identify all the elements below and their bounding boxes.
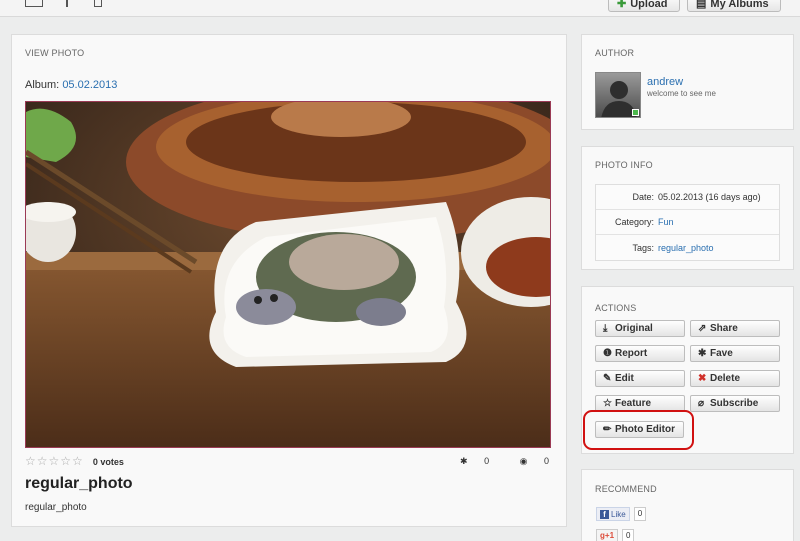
info-label: Date: [632,192,654,202]
google-plus-button[interactable]: g+1 [596,529,619,541]
actions-heading: ACTIONS [595,303,637,313]
info-row-tags: Tags: regular_photo [596,235,779,260]
top-toolbar: ✚ Upload ▤ My Albums [0,0,800,17]
google-plus-count: 0 [622,529,635,541]
edit-button[interactable]: ✎ Edit [595,370,685,387]
view-photo-heading: VIEW PHOTO [25,48,85,58]
author-tagline: welcome to see me [647,89,716,98]
star-icon: ☆ [603,398,612,409]
pin-icon[interactable] [66,0,70,7]
photo-illustration [26,102,550,447]
recommend-heading: RECOMMEND [595,484,657,494]
category-link[interactable]: Fun [658,217,674,227]
original-button[interactable]: ⤓ Original [595,320,685,337]
tag-link[interactable]: regular_photo [658,243,714,253]
info-row-category: Category: Fun [596,210,779,235]
favorites-stat: ✱ 0 [460,456,490,466]
info-row-date: Date: 05.02.2013 (16 days ago) [596,185,779,210]
google-plus-widget: g+1 0 [596,529,635,541]
upload-button[interactable]: ✚ Upload [608,0,680,12]
stats-row: ✱ 0 ◉ 0 [432,456,549,467]
facebook-icon: f [600,509,609,519]
plus-icon: ✚ [617,0,627,10]
album-line: Album: 05.02.2013 [25,79,117,91]
author-name-link[interactable]: andrew [647,76,683,88]
author-panel: AUTHOR andrew welcome to see me [581,34,794,130]
asterisk-icon: ✱ [460,456,468,466]
facebook-like-count: 0 [633,507,647,521]
rating-row: ☆☆☆☆☆ 0 votes [25,454,124,468]
recommend-panel: RECOMMEND f Like 0 g+1 0 [581,469,794,541]
info-label: Tags: [632,242,654,253]
photos-icon[interactable] [25,0,43,7]
edit-icon: ✎ [603,373,612,384]
view-photo-panel: VIEW PHOTO Album: 05.02.2013 ☆☆☆☆☆ 0 vot… [11,34,567,527]
facebook-like-widget: f Like 0 [596,507,647,521]
download-icon: ⤓ [603,323,608,334]
facebook-like-button[interactable]: f Like [596,507,630,521]
info-label: Category: [614,217,654,227]
report-button[interactable]: ❶ Report [595,345,685,362]
subscribe-button[interactable]: ⌀ Subscribe [690,395,780,412]
photo-description: regular_photo [25,502,87,513]
share-icon: ⇗ [698,323,707,334]
delete-x-icon: ✖ [698,373,707,384]
fave-button[interactable]: ✱ Fave [690,345,780,362]
album-label: Album: [25,79,60,91]
share-button[interactable]: ⇗ Share [690,320,780,337]
delete-button[interactable]: ✖ Delete [690,370,780,387]
photo-title: regular_photo [25,475,133,492]
views-stat: ◉ 0 [519,456,549,466]
my-albums-button[interactable]: ▤ My Albums [687,0,781,12]
paperclip-icon: ⌀ [698,398,705,409]
photo-info-heading: PHOTO INFO [595,160,653,170]
photo-info-panel: PHOTO INFO Date: 05.02.2013 (16 days ago… [581,146,794,270]
photo-image[interactable] [25,101,551,448]
online-status-indicator [632,109,639,116]
info-value: 05.02.2013 (16 days ago) [658,192,761,202]
avatar[interactable] [595,72,641,118]
document-icon[interactable] [94,0,102,7]
album-link[interactable]: 05.02.2013 [62,79,117,91]
asterisk-icon: ✱ [698,348,707,359]
rating-stars[interactable]: ☆☆☆☆☆ [25,454,84,468]
eye-icon: ◉ [519,456,528,466]
author-heading: AUTHOR [595,48,635,58]
alert-icon: ❶ [603,348,612,359]
photo-editor-highlight [583,410,694,450]
album-icon: ▤ [696,0,707,10]
photo-info-table: Date: 05.02.2013 (16 days ago) Category:… [595,184,780,261]
votes-count: 0 votes [92,457,124,467]
